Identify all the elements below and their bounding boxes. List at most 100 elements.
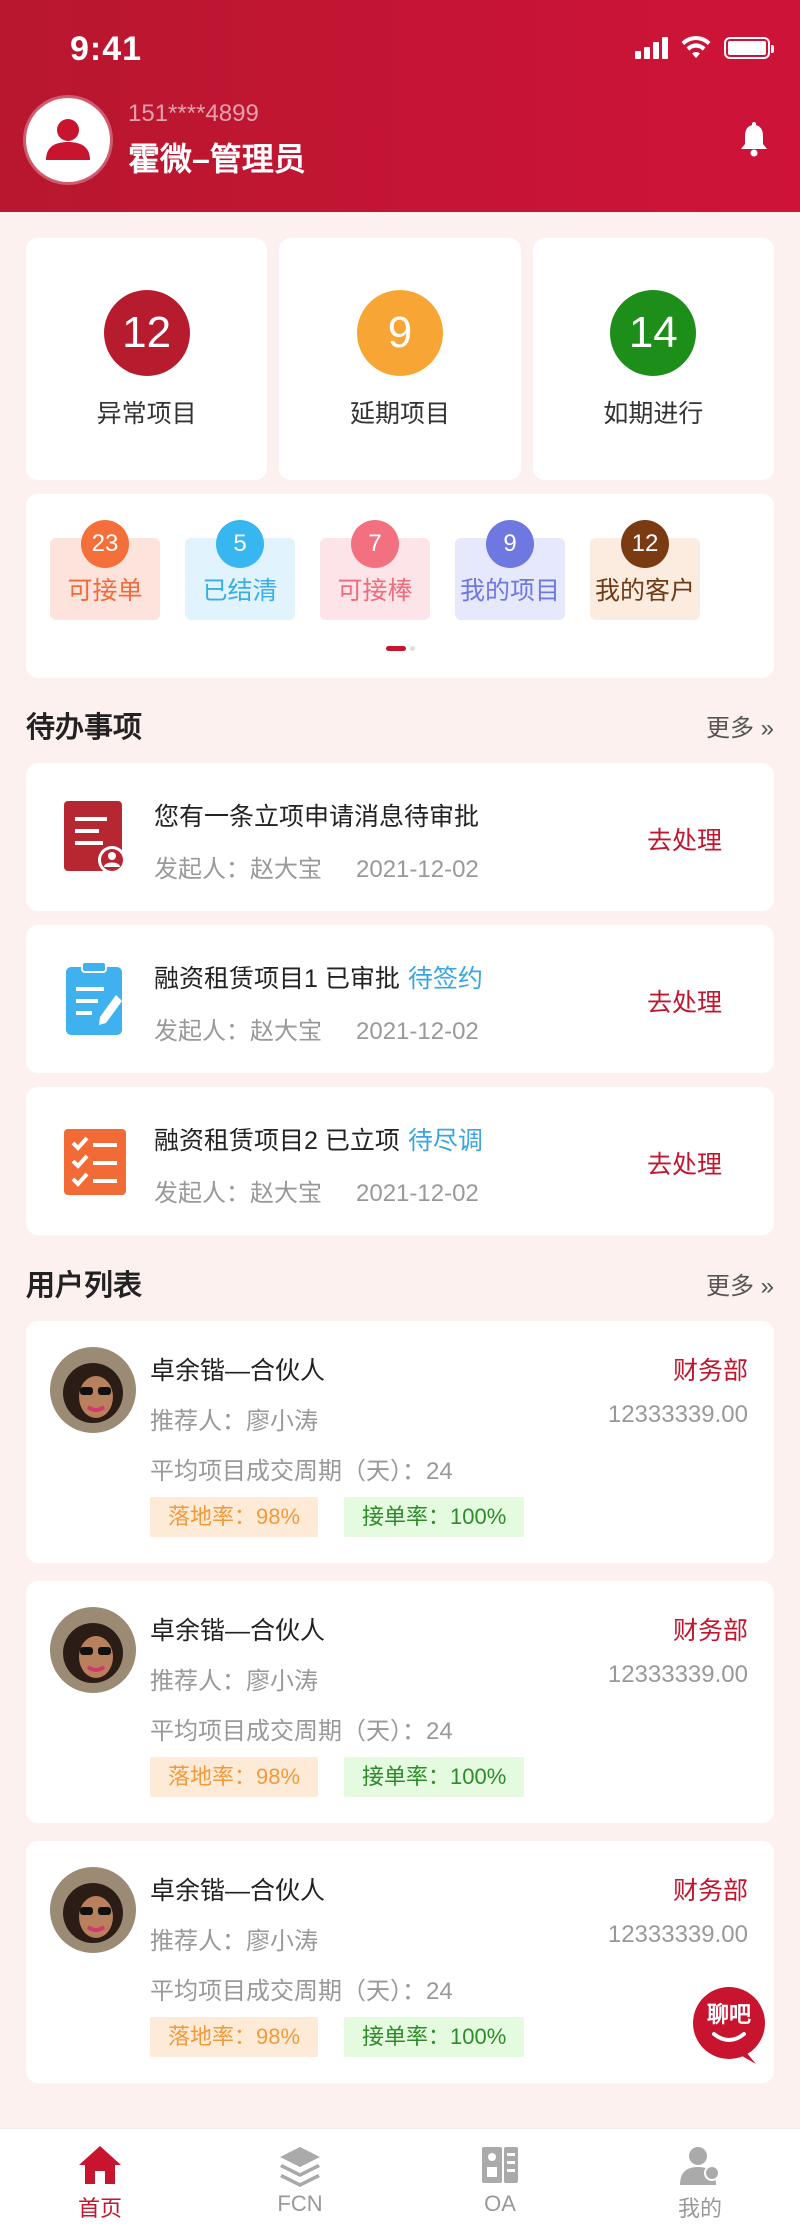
stat-label: 延期项目 (349, 400, 450, 428)
landing-rate-tag: 落地率：98% (150, 1757, 319, 1797)
tab-bar: 首页 FCN OA 我的 (0, 2128, 800, 2234)
user-name: 卓余锴—合伙人 (150, 1357, 326, 1385)
quick-badge: 7 (351, 520, 399, 568)
user-avatar (50, 1607, 136, 1693)
quick-item-my-clients[interactable]: 12 我的客户 (590, 520, 700, 620)
user-card[interactable]: 卓余锴—合伙人 财务部 推荐人：廖小涛 12333339.00 平均项目成交周期… (26, 1581, 774, 1823)
todo-item-text: 融资租赁项目1 已审批 (154, 965, 400, 993)
todo-item-title: 融资租赁项目1 已审批 待签约 (154, 959, 483, 995)
bell-icon[interactable] (738, 122, 770, 158)
stat-count: 9 (356, 290, 443, 376)
tab-oa[interactable]: OA (400, 2129, 600, 2234)
todo-more-link[interactable]: 更多 » (706, 708, 774, 743)
avatar[interactable] (26, 98, 110, 182)
person-icon (46, 119, 90, 160)
quick-item-settled[interactable]: 5 已结清 (185, 520, 295, 620)
clipboard-sign-icon (66, 961, 122, 1035)
quick-item-my-projects[interactable]: 9 我的项目 (455, 520, 565, 620)
quick-item-relay[interactable]: 7 可接棒 (320, 520, 430, 620)
stat-label: 异常项目 (96, 400, 197, 428)
checklist-icon (64, 1129, 126, 1195)
user-department: 财务部 (672, 1617, 748, 1645)
todo-date: 2021-12-02 (356, 856, 479, 883)
accept-rate-tag: 接单率：100% (344, 2017, 525, 2057)
stat-card-abnormal[interactable]: 12 异常项目 (26, 238, 268, 480)
todo-item[interactable]: 融资租赁项目1 已审批 待签约 发起人：赵大宝 2021-12-02 去处理 (26, 925, 774, 1073)
quick-badge: 12 (621, 520, 669, 568)
user-icon (680, 2147, 720, 2185)
todo-item[interactable]: 融资租赁项目2 已立项 待尽调 发起人：赵大宝 2021-12-02 去处理 (26, 1087, 774, 1235)
signal-icon (635, 37, 668, 59)
status-bar: 9:41 (0, 0, 800, 90)
process-button[interactable]: 去处理 (647, 1145, 722, 1181)
profile-phone: 151****4899 (128, 100, 259, 127)
todo-item-meta: 发起人：赵大宝 2021-12-02 (154, 1173, 479, 1208)
user-card[interactable]: 卓余锴—合伙人 财务部 推荐人：廖小涛 12333339.00 平均项目成交周期… (26, 1841, 774, 2083)
tab-label: OA (484, 2191, 516, 2216)
tab-fcn[interactable]: FCN (200, 2129, 400, 2234)
todo-item-title: 您有一条立项申请消息待审批 (154, 797, 479, 833)
user-amount: 12333339.00 (607, 1661, 748, 1688)
todo-date: 2021-12-02 (356, 1180, 479, 1207)
user-name: 卓余锴—合伙人 (150, 1877, 326, 1905)
accept-rate-tag: 接单率：100% (344, 1497, 525, 1537)
todo-item-text: 您有一条立项申请消息待审批 (154, 803, 480, 831)
todo-initiator: 发起人：赵大宝 (154, 856, 322, 883)
user-avatar (50, 1867, 136, 1953)
quick-row: 23 可接单 5 已结清 7 可接棒 9 我的项目 12 我的客户 (50, 520, 700, 620)
stat-card-ontime[interactable]: 14 如期进行 (532, 238, 774, 480)
user-referrer: 推荐人：廖小涛 (150, 1668, 318, 1695)
users-section-header: 用户列表 更多 » (26, 1262, 774, 1304)
accept-rate-tag: 接单率：100% (344, 1757, 525, 1797)
oa-icon (482, 2147, 518, 2183)
status-icons (635, 36, 774, 60)
user-cycle: 平均项目成交周期（天）：24 (150, 1978, 453, 2005)
tab-label: 首页 (77, 2196, 122, 2221)
profile-text: 151****4899 霍微–管理员 (128, 100, 306, 180)
page-indicator (26, 646, 774, 651)
process-button[interactable]: 去处理 (647, 983, 722, 1019)
user-amount: 12333339.00 (607, 1921, 748, 1948)
user-cycle: 平均项目成交周期（天）：24 (150, 1718, 453, 1745)
quick-badge: 5 (216, 520, 264, 568)
landing-rate-tag: 落地率：98% (150, 1497, 319, 1537)
user-referrer: 推荐人：廖小涛 (150, 1408, 318, 1435)
user-tags: 落地率：98% 接单率：100% (150, 1497, 525, 1537)
profile-name: 霍微–管理员 (128, 141, 306, 177)
chat-fab-icon[interactable]: 聊吧 (684, 1980, 774, 2070)
users-more-link[interactable]: 更多 » (706, 1266, 774, 1301)
approval-doc-icon (64, 801, 126, 874)
tab-home[interactable]: 首页 (0, 2129, 200, 2234)
user-name: 卓余锴—合伙人 (150, 1617, 326, 1645)
todo-item-text: 融资租赁项目2 已立项 (154, 1127, 400, 1155)
todo-initiator: 发起人：赵大宝 (154, 1018, 322, 1045)
tab-label: 我的 (677, 2196, 722, 2221)
user-card[interactable]: 卓余锴—合伙人 财务部 推荐人：廖小涛 12333339.00 平均项目成交周期… (26, 1321, 774, 1563)
chat-fab-label: 聊吧 (707, 2003, 751, 2028)
wifi-icon (681, 36, 711, 58)
header: 9:41 151****4899 霍微–管理员 (0, 0, 800, 212)
home-icon (79, 2146, 121, 2184)
process-button[interactable]: 去处理 (647, 821, 722, 857)
app-screen: 9:41 151****4899 霍微–管理员 12 异常项目 9 延期项目 1… (0, 0, 800, 2234)
status-time: 9:41 (70, 30, 143, 68)
quick-item-orders[interactable]: 23 可接单 (50, 520, 160, 620)
stat-card-delayed[interactable]: 9 延期项目 (279, 238, 521, 480)
todo-date: 2021-12-02 (356, 1018, 479, 1045)
quick-badge: 9 (486, 520, 534, 568)
user-tags: 落地率：98% 接单率：100% (150, 2017, 525, 2057)
todo-item[interactable]: 您有一条立项申请消息待审批 发起人：赵大宝 2021-12-02 去处理 (26, 763, 774, 911)
profile[interactable]: 151****4899 霍微–管理员 (26, 98, 306, 182)
user-department: 财务部 (672, 1357, 748, 1385)
quick-badge: 23 (81, 520, 129, 568)
landing-rate-tag: 落地率：98% (150, 2017, 319, 2057)
page-dot-active (385, 646, 406, 651)
layers-icon (280, 2147, 320, 2187)
tab-mine[interactable]: 我的 (600, 2129, 800, 2234)
user-tags: 落地率：98% 接单率：100% (150, 1757, 525, 1797)
user-amount: 12333339.00 (607, 1401, 748, 1428)
tab-label: FCN (277, 2191, 323, 2216)
user-department: 财务部 (672, 1877, 748, 1905)
stats-row: 12 异常项目 9 延期项目 14 如期进行 (26, 238, 774, 480)
todo-section-header: 待办事项 更多 » (26, 704, 774, 746)
